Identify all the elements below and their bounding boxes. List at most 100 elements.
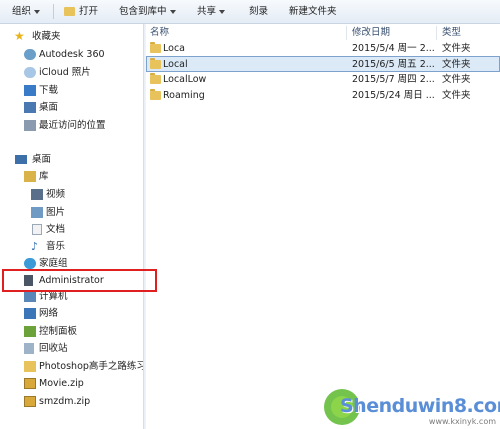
nav-videos[interactable]: 视频 (0, 187, 143, 203)
nav-photoshop-folder[interactable]: Photoshop高手之路练习 (0, 359, 143, 375)
nav-label: 库 (39, 171, 49, 182)
nav-desktop-root[interactable]: 桌面 (0, 152, 143, 168)
burn-label: 刻录 (249, 6, 269, 17)
chevron-down-icon (34, 9, 41, 14)
chevron-down-icon (169, 9, 176, 14)
folder-icon (150, 89, 161, 100)
video-icon (31, 189, 43, 200)
cloud-icon (24, 67, 36, 78)
file-date: 2015/5/7 周四 2... (352, 74, 435, 85)
cloud-icon (24, 49, 36, 60)
homegroup-icon (24, 258, 36, 269)
nav-library[interactable]: 库 (0, 169, 143, 185)
file-row[interactable]: LocalLow 2015/5/7 周四 2... 文件夹 (146, 72, 500, 88)
nav-recent-places[interactable]: 最近访问的位置 (0, 118, 143, 134)
computer-icon (24, 291, 36, 302)
column-header-type[interactable]: 类型 (442, 24, 461, 42)
recent-places-icon (24, 120, 36, 131)
nav-autodesk-360[interactable]: Autodesk 360 (0, 47, 143, 63)
control-panel-icon (24, 326, 36, 337)
nav-label: 音乐 (46, 241, 66, 252)
open-label: 打开 (79, 6, 99, 17)
document-icon (32, 224, 42, 235)
nav-label: smzdm.zip (39, 396, 91, 407)
zip-file-icon (24, 378, 36, 389)
share-button[interactable]: 共享 (197, 0, 226, 23)
nav-label: 收藏夹 (32, 31, 61, 42)
nav-music[interactable]: ♪ 音乐 (0, 239, 143, 255)
command-toolbar: 组织 打开 包含到库中 共享 刻录 新建文件夹 (0, 0, 500, 24)
nav-pictures[interactable]: 图片 (0, 205, 143, 221)
navigation-pane: ★ 收藏夹 Autodesk 360 iCloud 照片 下载 桌面 最近访问的… (0, 24, 143, 429)
nav-documents[interactable]: 文档 (0, 222, 143, 238)
file-type: 文件夹 (442, 43, 471, 54)
column-header-name[interactable]: 名称 (150, 24, 169, 42)
file-row[interactable]: Roaming 2015/5/24 周日 ... 文件夹 (146, 88, 500, 104)
nav-icloud-photos[interactable]: iCloud 照片 (0, 65, 143, 81)
open-button[interactable]: 打开 (64, 0, 98, 23)
include-library-label: 包含到库中 (119, 6, 167, 17)
column-divider[interactable] (436, 26, 437, 40)
folder-icon (150, 58, 161, 69)
nav-control-panel[interactable]: 控制面板 (0, 324, 143, 340)
picture-icon (31, 207, 43, 218)
nav-label: Movie.zip (39, 378, 84, 389)
file-type: 文件夹 (442, 74, 471, 85)
organize-label: 组织 (12, 6, 32, 17)
library-icon (24, 171, 36, 182)
new-folder-button[interactable]: 新建文件夹 (289, 0, 337, 23)
nav-desktop[interactable]: 桌面 (0, 100, 143, 116)
include-library-button[interactable]: 包含到库中 (119, 0, 176, 23)
column-header-label: 类型 (442, 27, 462, 38)
star-icon: ★ (14, 29, 25, 43)
share-label: 共享 (197, 6, 217, 17)
chevron-down-icon (219, 9, 226, 14)
nav-network[interactable]: 网络 (0, 306, 143, 322)
nav-label: 文档 (46, 224, 66, 235)
watermark-url: www.kxinyk.com (428, 417, 496, 426)
nav-recycle-bin[interactable]: 回收站 (0, 341, 143, 357)
file-type: 文件夹 (442, 90, 471, 101)
column-divider[interactable] (346, 26, 347, 40)
toolbar-divider (53, 4, 54, 19)
watermark-text: Shenduwin8.com (340, 395, 500, 417)
column-header-label: 名称 (150, 27, 170, 38)
download-folder-icon (24, 85, 36, 96)
nav-label: Autodesk 360 (39, 49, 105, 60)
column-header-label: 修改日期 (352, 27, 391, 38)
column-header-date[interactable]: 修改日期 (352, 24, 390, 42)
file-date: 2015/5/4 周一 2... (352, 43, 435, 54)
file-date: 2015/5/24 周日 ... (352, 90, 435, 101)
file-name: Local (163, 59, 188, 70)
nav-label: iCloud 照片 (39, 67, 91, 78)
folder-icon (150, 42, 161, 53)
desktop-icon (24, 102, 36, 113)
file-name: Roaming (163, 90, 205, 101)
organize-button[interactable]: 组织 (12, 0, 41, 23)
file-type: 文件夹 (442, 59, 471, 70)
nav-label: 回收站 (39, 343, 68, 354)
new-folder-label: 新建文件夹 (289, 6, 337, 17)
file-name: LocalLow (163, 74, 207, 85)
zip-file-icon (24, 396, 36, 407)
file-name: Loca (163, 43, 185, 54)
nav-label: 最近访问的位置 (39, 120, 106, 131)
music-icon: ♪ (31, 240, 39, 253)
file-list: 名称 修改日期 类型 Loca 2015/5/4 周一 2... 文件夹 Loc… (146, 24, 500, 429)
nav-label: 桌面 (39, 102, 59, 113)
burn-button[interactable]: 刻录 (249, 0, 268, 23)
site-watermark: Shenduwin8.com www.kxinyk.com (322, 377, 500, 429)
file-row-selected[interactable]: Local 2015/6/5 周五 2... 文件夹 (146, 56, 500, 72)
file-date: 2015/6/5 周五 2... (352, 59, 435, 70)
nav-label: 网络 (39, 308, 59, 319)
folder-icon (150, 73, 161, 84)
open-folder-icon (64, 7, 75, 16)
nav-label: 图片 (46, 207, 66, 218)
nav-label: 视频 (46, 189, 66, 200)
nav-movie-zip[interactable]: Movie.zip (0, 376, 143, 392)
nav-downloads[interactable]: 下载 (0, 83, 143, 99)
nav-smzdm-zip[interactable]: smzdm.zip (0, 394, 143, 410)
folder-icon (24, 361, 36, 372)
nav-favorites[interactable]: ★ 收藏夹 (0, 29, 143, 45)
file-row[interactable]: Loca 2015/5/4 周一 2... 文件夹 (146, 41, 500, 57)
